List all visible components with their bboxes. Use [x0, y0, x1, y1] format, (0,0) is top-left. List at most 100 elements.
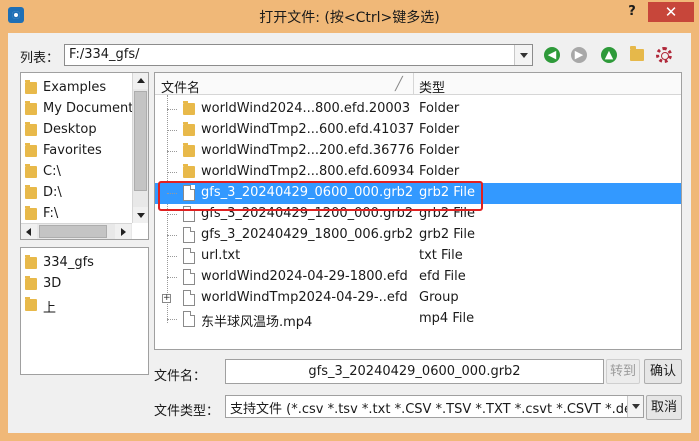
file-row[interactable]: worldWindTmp2...800.efd.60934 Folder [155, 162, 681, 183]
folder-icon [25, 143, 37, 157]
file-type: Folder [419, 101, 460, 116]
recent-item-label: 上 [43, 301, 57, 316]
file-name: worldWindTmp2...800.efd.60934 [201, 164, 415, 179]
sidebar-item-label: F:\ [43, 206, 59, 221]
file-type: Folder [419, 164, 460, 179]
file-type: Folder [419, 143, 460, 158]
window-title: 打开文件: (按<Ctrl>键多选) [259, 10, 440, 26]
sidebar-item-label: Examples [43, 80, 107, 95]
folder-icon [25, 122, 37, 136]
new-folder-icon [630, 46, 644, 61]
tree-branch [167, 151, 177, 152]
tree-branch [167, 319, 177, 320]
folder-icon [25, 185, 37, 199]
close-button[interactable]: ✕ [648, 2, 694, 22]
chevron-down-icon[interactable] [627, 396, 643, 417]
filetype-label: 文件类型： [154, 404, 220, 419]
file-row-group[interactable]: + worldWindTmp2024-04-29-..efd Group [155, 288, 681, 309]
scrollbar-thumb[interactable] [134, 91, 147, 191]
file-type: efd File [419, 269, 466, 284]
scrollbar-thumb[interactable] [39, 225, 107, 238]
tree-branch [167, 214, 177, 215]
cancel-button[interactable]: 取消 [646, 395, 682, 420]
file-icon [183, 206, 195, 222]
dialog-body: 列表： F:/334_gfs/ ◀ ▶ ▲ Examples My Docume… [8, 33, 691, 433]
file-list-header: 文件名 ╱ 类型 [155, 73, 681, 96]
folder-icon [25, 80, 37, 94]
sidebar-item-label: My Documents [43, 101, 141, 116]
tree-branch [167, 172, 177, 173]
file-name: gfs_3_20240429_0600_000.grb2 [201, 185, 414, 200]
sidebar-horizontal-scrollbar[interactable] [21, 223, 132, 239]
settings-button[interactable] [653, 44, 675, 66]
up-button[interactable]: ▲ [598, 44, 620, 66]
recent-folders-list: 334_gfs 3D 上 [20, 247, 149, 375]
back-button[interactable]: ◀ [541, 44, 563, 66]
folder-icon [183, 122, 195, 136]
forward-button[interactable]: ▶ [568, 44, 590, 66]
sidebar-item-label: Desktop [43, 122, 97, 137]
column-header-type[interactable]: 类型 [419, 77, 445, 96]
filetype-value: 支持文件 (*.csv *.tsv *.txt *.CSV *.TSV *.TX… [230, 402, 644, 417]
folder-icon [25, 101, 37, 115]
scroll-left-icon[interactable] [21, 224, 37, 239]
forward-icon: ▶ [571, 47, 587, 63]
file-name: gfs_3_20240429_1800_006.grb2 [201, 227, 414, 242]
column-divider[interactable] [413, 73, 414, 95]
close-icon: ✕ [664, 3, 678, 21]
file-icon [183, 185, 195, 201]
folder-icon [25, 255, 37, 269]
file-icon [183, 290, 195, 306]
file-name: worldWindTmp2...600.efd.41037 [201, 122, 415, 137]
ok-button[interactable]: 确认 [644, 359, 682, 384]
title-bar[interactable]: 打开文件: (按<Ctrl>键多选) ? ✕ [0, 0, 699, 33]
folder-icon [25, 276, 37, 290]
folder-icon [183, 143, 195, 157]
settings-gear-icon [656, 47, 672, 63]
file-row[interactable]: worldWindTmp2...200.efd.36776 Folder [155, 141, 681, 162]
file-name: worldWind2024-04-29-1800.efd [201, 269, 408, 284]
look-in-combobox[interactable]: F:/334_gfs/ [64, 44, 533, 66]
file-row[interactable]: worldWind2024...800.efd.20003 Folder [155, 99, 681, 120]
file-row[interactable]: worldWind2024-04-29-1800.efd efd File [155, 267, 681, 288]
file-row[interactable]: gfs_3_20240429_1200_000.grb2 grb2 File [155, 204, 681, 225]
sidebar-item-label: C:\ [43, 164, 61, 179]
file-icon [183, 269, 195, 285]
folder-icon [25, 164, 37, 178]
look-in-value: F:/334_gfs/ [69, 47, 140, 62]
up-icon: ▲ [601, 47, 617, 63]
folder-icon [183, 101, 195, 115]
tree-branch [167, 109, 177, 110]
folder-icon [25, 206, 37, 220]
file-name: 东半球风温场.mp4 [201, 315, 313, 330]
recent-item-label: 3D [43, 276, 62, 291]
scroll-down-icon[interactable] [133, 207, 148, 223]
file-name: worldWind2024...800.efd.20003 [201, 101, 411, 116]
goto-button[interactable]: 转到 [606, 359, 640, 384]
sidebar-vertical-scrollbar[interactable] [132, 73, 148, 223]
file-row[interactable]: gfs_3_20240429_1800_006.grb2 grb2 File [155, 225, 681, 246]
new-folder-button[interactable] [626, 44, 648, 66]
expand-plus-icon[interactable]: + [162, 294, 171, 303]
file-type: txt File [419, 248, 463, 263]
file-row[interactable]: worldWindTmp2...600.efd.41037 Folder [155, 120, 681, 141]
scroll-up-icon[interactable] [133, 73, 148, 89]
help-button[interactable]: ? [620, 4, 644, 22]
file-type: mp4 File [419, 311, 475, 326]
file-list: 文件名 ╱ 类型 worldWind2024...800.efd.20003 F… [154, 72, 682, 350]
filename-label: 文件名： [154, 369, 207, 384]
file-type: grb2 File [419, 227, 476, 242]
file-row[interactable]: 东半球风温场.mp4 mp4 File [155, 309, 681, 330]
tree-branch [167, 277, 177, 278]
file-type: grb2 File [419, 185, 476, 200]
scroll-right-icon[interactable] [115, 224, 131, 239]
file-type: Group [419, 290, 459, 305]
filetype-combobox[interactable]: 支持文件 (*.csv *.tsv *.txt *.CSV *.TSV *.TX… [225, 395, 644, 418]
file-row-selected[interactable]: gfs_3_20240429_0600_000.grb2 grb2 File [155, 183, 681, 204]
sidebar-item-label: D:\ [43, 185, 62, 200]
column-header-name[interactable]: 文件名 [161, 77, 200, 96]
filename-input[interactable]: gfs_3_20240429_0600_000.grb2 [225, 359, 604, 384]
chevron-down-icon[interactable] [514, 45, 532, 65]
file-row[interactable]: url.txt txt File [155, 246, 681, 267]
file-name: worldWindTmp2...200.efd.36776 [201, 143, 415, 158]
